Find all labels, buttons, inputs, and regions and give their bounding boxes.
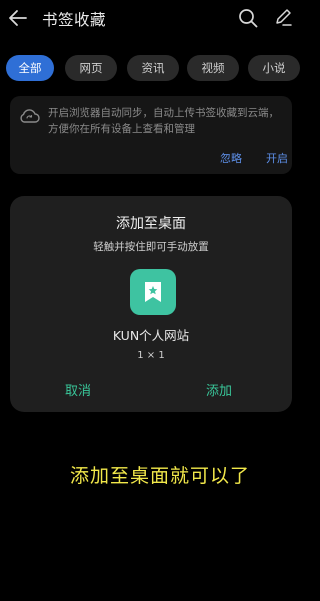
instruction-caption: 添加至桌面就可以了	[70, 465, 251, 487]
shortcut-app-icon[interactable]	[130, 269, 176, 315]
cloud-sync-icon	[20, 109, 40, 123]
shortcut-name: KUN个人网站	[112, 328, 190, 343]
category-tabs: 全部 网页 资讯 视频 小说	[0, 55, 300, 83]
add-button[interactable]: 添加	[206, 380, 232, 399]
shortcut-size: 1 × 1	[137, 350, 165, 361]
add-to-desktop-dialog: 添加至桌面 轻触并按住即可手动放置 KUN个人网站 1 × 1 取消 添加	[10, 196, 292, 412]
tab-webpage[interactable]: 网页	[65, 55, 117, 81]
ignore-button[interactable]: 忽略	[220, 150, 242, 166]
bookmark-star-icon	[145, 282, 161, 302]
tab-video[interactable]: 视频	[187, 55, 239, 81]
sync-prompt-card: 开启浏览器自动同步，自动上传书签收藏到云端，方便你在所有设备上查看和管理 忽略 …	[10, 96, 292, 174]
edit-pencil-icon[interactable]	[274, 8, 292, 26]
cancel-button[interactable]: 取消	[65, 380, 91, 399]
enable-sync-button[interactable]: 开启	[266, 150, 288, 166]
tab-news[interactable]: 资讯	[127, 55, 179, 81]
dialog-subtitle: 轻触并按住即可手动放置	[93, 241, 209, 253]
tab-all[interactable]: 全部	[6, 55, 54, 81]
top-bar: 书签收藏	[0, 0, 300, 36]
search-icon[interactable]	[238, 8, 258, 28]
back-arrow-icon[interactable]	[8, 9, 28, 27]
tab-novel[interactable]: 小说	[248, 55, 300, 81]
sync-description: 开启浏览器自动同步，自动上传书签收藏到云端，方便你在所有设备上查看和管理	[48, 107, 279, 135]
page-title: 书签收藏	[42, 11, 107, 29]
dialog-title: 添加至桌面	[116, 216, 186, 232]
